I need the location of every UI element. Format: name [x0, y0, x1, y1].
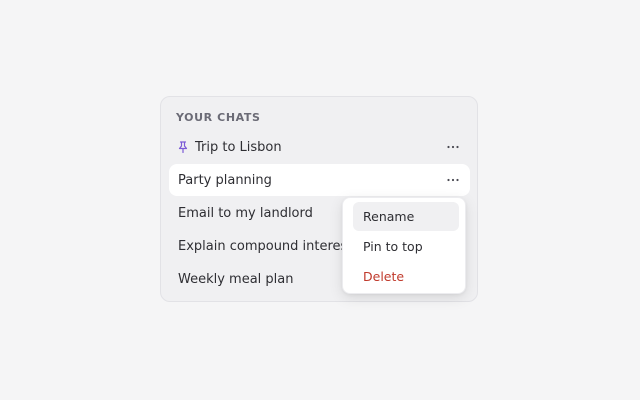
- chat-item-label: Party planning: [178, 172, 272, 188]
- pin-icon: [178, 141, 190, 153]
- chat-item-label: Trip to Lisbon: [195, 139, 282, 155]
- section-header: YOUR CHATS: [176, 111, 261, 124]
- chat-item-party-planning[interactable]: Party planning: [169, 164, 470, 196]
- more-horizontal-icon[interactable]: [445, 172, 461, 188]
- chat-item-label: Email to my landlord: [178, 205, 313, 221]
- chat-item-label: Weekly meal plan: [178, 271, 294, 287]
- chat-item-trip-to-lisbon[interactable]: Trip to Lisbon: [169, 131, 470, 163]
- more-horizontal-icon[interactable]: [445, 139, 461, 155]
- chat-item-label: Explain compound interest: [178, 238, 353, 254]
- delete-menu-item[interactable]: Delete: [353, 262, 459, 291]
- rename-menu-item[interactable]: Rename: [353, 202, 459, 231]
- pin-to-top-menu-item[interactable]: Pin to top: [353, 232, 459, 261]
- chat-context-menu: Rename Pin to top Delete: [342, 197, 466, 294]
